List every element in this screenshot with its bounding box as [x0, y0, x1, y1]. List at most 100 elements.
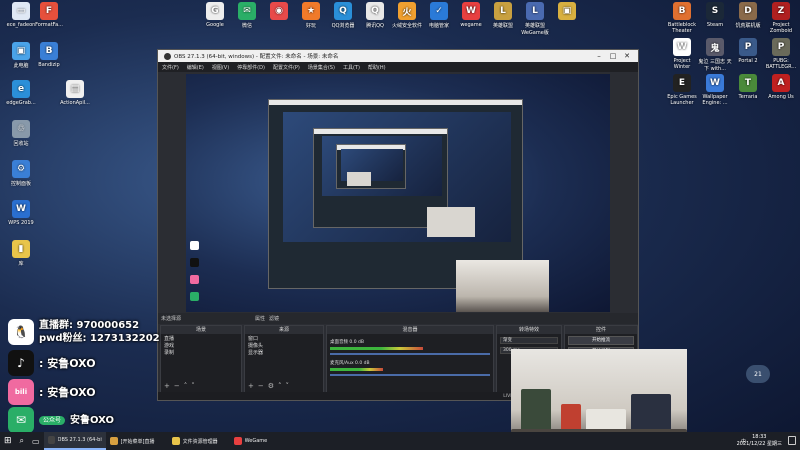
- menu-item[interactable]: 场景集合(S): [308, 64, 335, 71]
- tiktok-icon: ♪: [8, 350, 34, 376]
- volume-slider[interactable]: [330, 374, 490, 376]
- move-up-icon[interactable]: ˄: [184, 382, 188, 390]
- clock-time: 18:33: [752, 434, 767, 440]
- source-item[interactable]: 摄像头: [248, 343, 320, 350]
- scene-item[interactable]: 直播: [164, 336, 238, 343]
- add-source-icon[interactable]: +: [248, 382, 254, 390]
- left-desktop-icon[interactable]: ▤ ActionApil...: [58, 80, 92, 106]
- left-desktop-icon[interactable]: e edgeGrab...: [4, 80, 38, 106]
- right-desktop-icon[interactable]: T Terraria: [731, 74, 765, 100]
- menu-item[interactable]: 停靠部件(D): [237, 64, 265, 71]
- right-desktop-icon[interactable]: Z Project Zomboid: [764, 2, 798, 34]
- right-desktop-icon[interactable]: A Among Us: [764, 74, 798, 100]
- right-desktop-icon[interactable]: 鬼鬼泣 三国志 天下 with...: [698, 38, 732, 72]
- top-desktop-icon[interactable]: L 英雄联盟WeGame版: [518, 2, 552, 36]
- desktop-icon-label: 库: [18, 261, 24, 267]
- source-settings-icon[interactable]: ⚙: [268, 382, 274, 390]
- top-desktop-icon[interactable]: 火火绒安全软件: [390, 2, 424, 29]
- right-desktop-icon[interactable]: P Portal 2: [731, 38, 765, 64]
- left-desktop-icon[interactable]: ⚙ 控制面板: [4, 160, 38, 187]
- remove-scene-icon[interactable]: −: [174, 382, 180, 390]
- maximize-icon[interactable]: □: [606, 50, 620, 62]
- right-desktop-icon[interactable]: E Epic Games Launcher: [665, 74, 699, 106]
- clock[interactable]: 18:33 2021/12/22 星期三: [737, 434, 782, 448]
- move-up-icon[interactable]: ˄: [278, 382, 282, 390]
- transition-select[interactable]: 渐变: [500, 337, 558, 344]
- left-desktop-icon[interactable]: W WPS 2019: [4, 200, 38, 226]
- obs-preview[interactable]: [186, 74, 610, 312]
- desktop-icon-label: wegame: [460, 22, 482, 28]
- app-icon: L: [494, 2, 512, 20]
- top-desktop-icon[interactable]: Q 腾讯QQ: [358, 2, 392, 29]
- top-desktop-icon[interactable]: Q QQ浏览器: [326, 2, 360, 29]
- top-desktop-icon[interactable]: ◉: [262, 2, 296, 22]
- properties-button[interactable]: 属性: [255, 315, 265, 322]
- right-desktop-icon[interactable]: W Project Winter: [665, 38, 699, 70]
- wechat-icon: ✉: [8, 407, 34, 433]
- right-desktop-icon[interactable]: D 饥荒联机版: [731, 2, 765, 29]
- left-desktop-icon[interactable]: ♲ 回收站: [4, 120, 38, 147]
- source-item[interactable]: 窗口: [248, 336, 320, 343]
- taskbar-app-label: WeGame: [244, 438, 268, 444]
- taskbar-app[interactable]: 文件资源管理器: [168, 432, 230, 450]
- taskbar-app[interactable]: [开始菜单]直播: [106, 432, 168, 450]
- sources-list[interactable]: 窗口 摄像头 显示器: [245, 334, 323, 359]
- add-scene-icon[interactable]: +: [164, 382, 170, 390]
- right-desktop-icon[interactable]: P PUBG: BATTLEGR...: [764, 38, 798, 70]
- task-view-icon[interactable]: ▭: [28, 432, 44, 450]
- move-down-icon[interactable]: ˅: [191, 382, 195, 390]
- obs-titlebar[interactable]: OBS 27.1.3 (64-bit, windows) - 配置文件: 未命名…: [158, 50, 638, 62]
- close-icon[interactable]: ✕: [620, 50, 634, 62]
- menu-item[interactable]: 帮助(H): [368, 64, 386, 71]
- bilibili-text: : 安鲁OXO: [39, 385, 96, 399]
- scenes-title: 场景: [161, 326, 241, 334]
- move-down-icon[interactable]: ˅: [286, 382, 290, 390]
- taskbar-app[interactable]: WeGame: [230, 432, 292, 450]
- volume-slider[interactable]: [330, 353, 490, 355]
- menu-item[interactable]: 配置文件(P): [273, 64, 300, 71]
- volume-badge[interactable]: 21: [746, 365, 770, 383]
- desktop-icon-label: Bandizip: [38, 62, 60, 68]
- left-desktop-icon[interactable]: B Bandizip: [32, 42, 66, 68]
- right-desktop-icon[interactable]: S Steam: [698, 2, 732, 28]
- top-desktop-icon[interactable]: ▣: [550, 2, 584, 22]
- top-desktop-icon[interactable]: G Google: [198, 2, 232, 28]
- top-desktop-icon[interactable]: ✉ 微信: [230, 2, 264, 29]
- minimize-icon[interactable]: –: [592, 50, 606, 62]
- controls-title: 控件: [565, 326, 637, 334]
- menu-item[interactable]: 视图(V): [212, 64, 229, 71]
- app-icon: T: [739, 74, 757, 92]
- scene-item[interactable]: 录制: [164, 350, 238, 357]
- left-desktop-icon[interactable]: F FormatFa...: [32, 2, 66, 28]
- top-desktop-icon[interactable]: ★ 好玩: [294, 2, 328, 29]
- menu-item[interactable]: 工具(T): [343, 64, 360, 71]
- start-button[interactable]: ⊞: [0, 432, 16, 450]
- transitions-title: 转场特效: [497, 326, 561, 334]
- taskbar-app[interactable]: OBS 27.1.3 (64-bit...: [43, 432, 106, 450]
- desktop-icon-label: WPS 2019: [8, 220, 34, 226]
- app-icon: D: [739, 2, 757, 20]
- scene-item[interactable]: 游戏: [164, 343, 238, 350]
- scenes-list[interactable]: 直播 游戏 录制: [161, 334, 241, 359]
- remove-source-icon[interactable]: −: [258, 382, 264, 390]
- app-icon: S: [706, 2, 724, 20]
- notification-icon[interactable]: [788, 436, 796, 445]
- app-icon: ✓: [430, 2, 448, 20]
- menu-item[interactable]: 编辑(E): [187, 64, 204, 71]
- desktop-icon-label: Terraria: [738, 94, 758, 100]
- control-button[interactable]: 开始推流: [568, 336, 634, 345]
- left-desktop-icon[interactable]: ▮ 库: [4, 240, 38, 267]
- douyin-text: : 安鲁OXO: [39, 356, 96, 370]
- preview-social-overlay: [190, 241, 250, 305]
- right-desktop-icon[interactable]: B Battleblock Theater: [665, 2, 699, 34]
- social-douyin: ♪ : 安鲁OXO: [8, 350, 96, 376]
- menu-item[interactable]: 文件(F): [162, 64, 179, 71]
- right-desktop-icon[interactable]: W Wallpaper Engine: ...: [698, 74, 732, 106]
- top-desktop-icon[interactable]: ✓ 电脑管家: [422, 2, 456, 29]
- source-item[interactable]: 显示器: [248, 350, 320, 357]
- search-icon[interactable]: ⌕: [16, 432, 28, 450]
- desktop-icon-label: Project Zomboid: [769, 22, 793, 34]
- top-desktop-icon[interactable]: Wwegame: [454, 2, 488, 28]
- filters-button[interactable]: 滤镜: [269, 315, 279, 322]
- top-desktop-icon[interactable]: L 英雄联盟: [486, 2, 520, 29]
